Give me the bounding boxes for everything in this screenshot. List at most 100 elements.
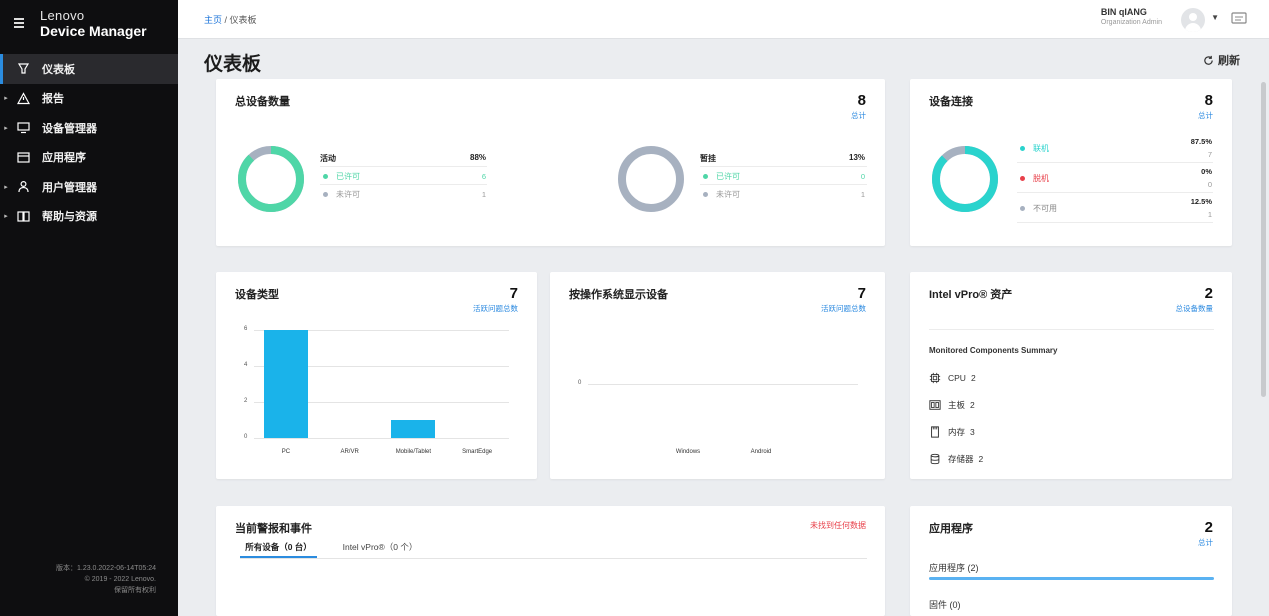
active-licensed-row[interactable]: 已许可 xyxy=(323,171,360,182)
total-devices-count: 8 xyxy=(857,92,866,109)
active-unlicensed-row[interactable]: 未许可 xyxy=(323,189,360,200)
cpu-icon xyxy=(929,372,941,384)
connectivity-row-2[interactable]: 不可用 xyxy=(1020,203,1057,214)
caret-right-icon: ▸ xyxy=(4,95,8,103)
app-row-firmware[interactable]: 固件 (0) xyxy=(929,598,961,611)
connectivity-row-0[interactable]: 联机 xyxy=(1020,143,1049,154)
breadcrumb-home-link[interactable]: 主页 xyxy=(204,15,222,25)
sidebar: Lenovo Device Manager 仪表板 ▸ 报告 ▸ 设备管理器 应用程序 ▸ 用… xyxy=(0,0,178,616)
component-row[interactable]: 内存 3 xyxy=(929,426,975,438)
user-info[interactable]: BIN qIANG Organization Admin xyxy=(1100,7,1162,27)
refresh-button[interactable]: 刷新 xyxy=(1203,52,1240,68)
no-data-text: 未找到任何数据 xyxy=(810,521,866,530)
brand: Lenovo Device Manager xyxy=(0,0,178,46)
x-tick-label: AR/VR xyxy=(340,449,359,455)
sidebar-item-label: 设备管理器 xyxy=(42,122,97,135)
donut-online-slice xyxy=(932,146,998,212)
donut-active-slice xyxy=(238,146,304,212)
sidebar-item-0[interactable]: 仪表板 xyxy=(0,54,178,84)
suspended-licensed-row[interactable]: 已许可 xyxy=(703,171,740,182)
applications-count: 2 xyxy=(1204,519,1213,536)
component-label: 内存 xyxy=(948,427,966,437)
component-row[interactable]: CPU 2 xyxy=(929,372,976,384)
connectivity-row-label: 联机 xyxy=(1033,144,1049,153)
app-row-applications[interactable]: 应用程序 (2) xyxy=(929,561,979,574)
alerts-card: 当前警报和事件 未找到任何数据 所有设备（0 台） Intel vPro®（0 个… xyxy=(216,506,885,616)
brand-bottom: Device Manager xyxy=(40,22,147,39)
y-tick-label: 6 xyxy=(244,326,248,332)
x-tick-label: Windows xyxy=(675,449,701,455)
unlicensed-label: 未许可 xyxy=(716,190,740,199)
total-label: 总计 xyxy=(1198,538,1213,547)
y-tick-label: 2 xyxy=(244,398,248,404)
gridline xyxy=(254,438,509,439)
tab-label: 所有设备（0 台） xyxy=(245,542,312,552)
total-devices-label: 总设备数量 xyxy=(1175,304,1214,313)
total-devices-card: 总设备数量 8 总计 活动 88% 已许可 6 未许可 1 暂挂 13% 已许可… xyxy=(216,79,885,246)
component-row[interactable]: 存储器 2 xyxy=(929,453,983,465)
suspended-licensed-count: 0 xyxy=(860,172,865,181)
y-tick-label: 4 xyxy=(244,362,248,368)
breadcrumb: 主页 / 仪表板 xyxy=(204,13,257,26)
motherboard-icon xyxy=(929,400,941,410)
chevron-down-icon[interactable]: ▼ xyxy=(1211,13,1219,22)
refresh-label: 刷新 xyxy=(1218,55,1240,67)
connectivity-row-count: 1 xyxy=(1207,210,1212,219)
donut-track xyxy=(618,146,684,212)
caret-right-icon: ▸ xyxy=(4,124,8,132)
card-title: 当前警报和事件 xyxy=(235,523,312,535)
rights-text: 保留所有权利 xyxy=(114,587,156,594)
user-name: BIN qIANG xyxy=(1100,7,1147,17)
connectivity-row-percent: 87.5% xyxy=(1190,137,1212,146)
user-icon xyxy=(13,180,33,194)
hamburger-menu-icon[interactable] xyxy=(14,18,26,28)
suspended-unlicensed-count: 1 xyxy=(860,190,865,199)
x-tick-label: Android xyxy=(750,449,772,455)
suspended-unlicensed-row[interactable]: 未许可 xyxy=(703,189,740,200)
user-role: Organization Admin xyxy=(1100,19,1162,26)
top-bar: 主页 / 仪表板 BIN qIANG Organization Admin ▼ xyxy=(178,0,1269,39)
device-types-card: 设备类型 7 活跃问题总数 0 2 4 6 PC AR/VR Mobile/Tablet Sm… xyxy=(216,272,537,479)
x-tick-label: PC xyxy=(281,449,291,455)
breadcrumb-separator: / xyxy=(222,15,230,25)
sidebar-item-1[interactable]: ▸ 报告 xyxy=(0,84,178,114)
dot-icon xyxy=(323,192,328,197)
bar-pc[interactable] xyxy=(263,330,308,438)
sidebar-item-4[interactable]: ▸ 用户管理器 xyxy=(0,172,178,202)
brand-top: Lenovo xyxy=(40,7,85,23)
sidebar-item-2[interactable]: ▸ 设备管理器 xyxy=(0,113,178,143)
copyright-text: © 2019 - 2022 Lenovo. xyxy=(84,576,156,583)
avatar[interactable] xyxy=(1181,8,1205,32)
sidebar-item-3[interactable]: 应用程序 xyxy=(0,143,178,173)
unlicensed-label: 未许可 xyxy=(336,190,360,199)
tab-label: Intel vPro®（0 个） xyxy=(342,542,418,552)
connectivity-row-1[interactable]: 脱机 xyxy=(1020,173,1049,184)
message-icon[interactable] xyxy=(1231,12,1247,26)
component-row[interactable]: 主板 2 xyxy=(929,399,975,411)
storage-icon xyxy=(930,453,940,465)
gridline xyxy=(588,384,858,385)
total-label: 总计 xyxy=(851,111,866,120)
y-tick-label: 0 xyxy=(244,434,248,440)
active-percent: 88% xyxy=(470,153,487,162)
connectivity-donut-chart xyxy=(932,146,998,212)
card-title: 应用程序 xyxy=(929,523,973,535)
sidebar-item-5[interactable]: ▸ 帮助与资源 xyxy=(0,202,178,232)
page-scrollbar[interactable] xyxy=(1261,82,1266,397)
connectivity-count: 8 xyxy=(1204,92,1213,109)
divider xyxy=(1017,192,1213,193)
divider xyxy=(929,329,1214,330)
x-tick-label: Mobile/Tablet xyxy=(395,449,432,455)
component-count: 2 xyxy=(970,400,975,410)
dot-icon xyxy=(1020,146,1025,151)
tab-0[interactable]: 所有设备（0 台） xyxy=(240,541,317,553)
dashboard-icon xyxy=(13,62,33,76)
active-donut-chart xyxy=(238,146,304,212)
tab-1[interactable]: Intel vPro®（0 个） xyxy=(334,541,426,553)
component-label: 主板 xyxy=(948,400,966,410)
bar-mobiletablet[interactable] xyxy=(391,420,436,438)
memory-icon xyxy=(931,426,939,438)
total-label: 总计 xyxy=(1198,111,1213,120)
version-info: 版本：1.23.0.2022-06-14T05:24 © 2019 - 2022… xyxy=(56,563,156,596)
dot-icon xyxy=(1020,176,1025,181)
